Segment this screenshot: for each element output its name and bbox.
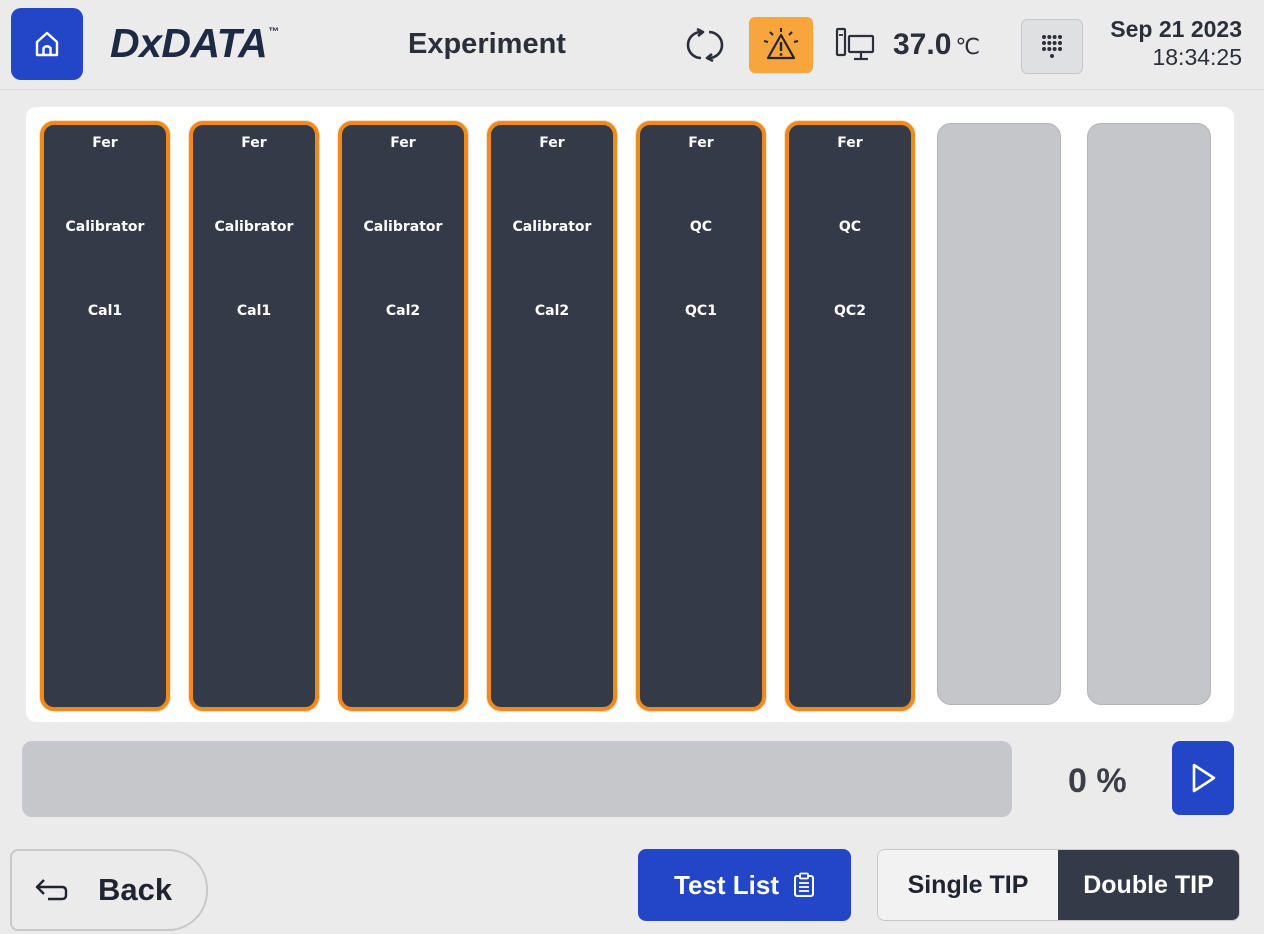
alarm-button[interactable] [749, 17, 813, 73]
clipboard-icon [793, 872, 814, 897]
play-icon [1192, 763, 1216, 793]
sample-rack: Fer Calibrator Cal1 Fer Calibrator Cal1 … [26, 107, 1234, 722]
progress-percent: 0 % [1068, 762, 1127, 800]
slot-sample-type: Calibrator [512, 219, 592, 235]
keypad-button[interactable] [1021, 19, 1083, 74]
slot-level: Cal2 [385, 303, 421, 319]
test-list-label: Test List [674, 869, 779, 900]
app-logo: DxDATA™ [110, 20, 279, 66]
single-tip-option[interactable]: Single TIP [878, 850, 1058, 920]
slot-test-name: Fer [241, 135, 267, 151]
slot-sample-type: Calibrator [363, 219, 443, 235]
slot-level: Cal2 [534, 303, 570, 319]
double-tip-option[interactable]: Double TIP [1058, 850, 1239, 920]
slot-level: QC2 [834, 303, 866, 319]
slot-level: Cal1 [87, 303, 123, 319]
start-button[interactable] [1172, 741, 1234, 815]
header-bar: DxDATA™ Experiment 37.0 ℃ Sep 21 2023 18… [0, 0, 1264, 90]
warning-icon [763, 28, 799, 60]
datetime-display: Sep 21 2023 18:34:25 [1110, 15, 1242, 71]
back-arrow-icon [35, 879, 68, 901]
home-button[interactable] [11, 8, 83, 80]
rack-slot-7[interactable] [937, 123, 1061, 705]
rack-slot-8[interactable] [1087, 123, 1211, 705]
rack-slot-1[interactable]: Fer Calibrator Cal1 [40, 121, 170, 711]
slot-level: Cal1 [236, 303, 272, 319]
test-list-button[interactable]: Test List [638, 849, 851, 921]
slot-sample-type: Calibrator [65, 219, 145, 235]
home-icon [35, 31, 59, 57]
slot-test-name: Fer [390, 135, 416, 151]
progress-bar [22, 741, 1012, 817]
temperature-readout: 37.0 ℃ [893, 28, 981, 61]
slot-test-name: Fer [688, 135, 714, 151]
date-text: Sep 21 2023 [1110, 16, 1242, 42]
page-title: Experiment [408, 28, 566, 60]
rack-slot-2[interactable]: Fer Calibrator Cal1 [189, 121, 319, 711]
slot-test-name: Fer [92, 135, 118, 151]
slot-level: QC1 [685, 303, 717, 319]
sync-icon[interactable] [686, 26, 724, 64]
slot-test-name: Fer [837, 135, 863, 151]
slot-sample-type: QC [838, 219, 862, 235]
rack-slot-3[interactable]: Fer Calibrator Cal2 [338, 121, 468, 711]
slot-sample-type: Calibrator [214, 219, 294, 235]
slot-sample-type: QC [689, 219, 713, 235]
back-label: Back [98, 872, 173, 907]
rack-slot-4[interactable]: Fer Calibrator Cal2 [487, 121, 617, 711]
keypad-icon [1042, 34, 1062, 58]
computer-icon [835, 27, 875, 61]
back-button[interactable]: Back [10, 849, 208, 931]
rack-slot-5[interactable]: Fer QC QC1 [636, 121, 766, 711]
time-text: 18:34:25 [1152, 44, 1242, 70]
tip-mode-toggle: Single TIP Double TIP [877, 849, 1240, 921]
rack-slot-6[interactable]: Fer QC QC2 [785, 121, 915, 711]
slot-test-name: Fer [539, 135, 565, 151]
